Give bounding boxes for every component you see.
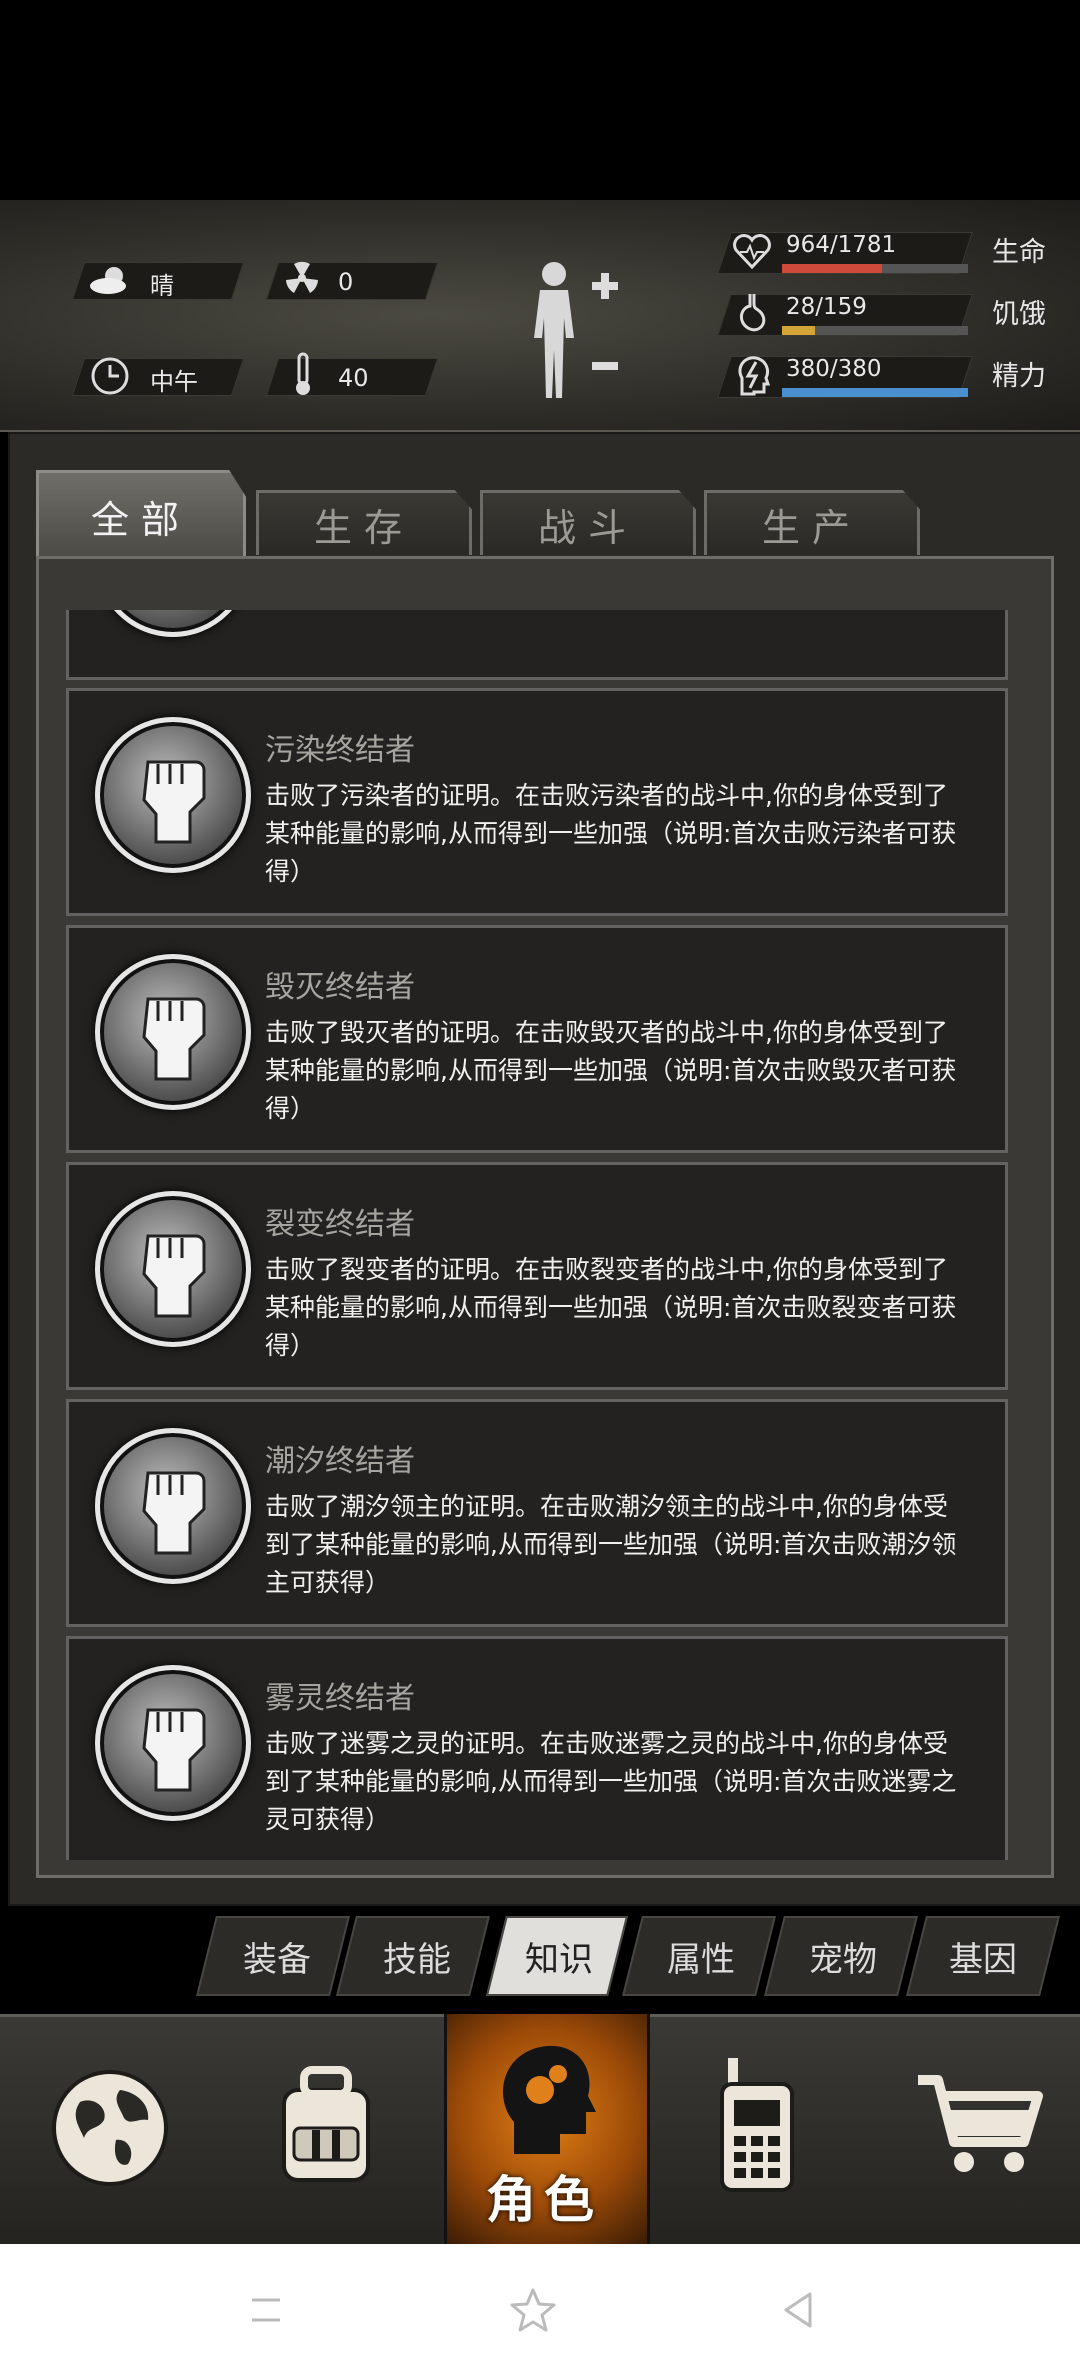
list-item[interactable]: 雾灵终结者 击败了迷雾之灵的证明。在击败迷雾之灵的战斗中,你的身体受到了某种能量…	[66, 1636, 1008, 1860]
radiation-icon	[286, 261, 318, 293]
list-item[interactable]: 污染终结者 击败了污染者的证明。在击败污染者的战斗中,你的身体受到了某种能量的影…	[66, 688, 1008, 916]
weather-value: 晴	[150, 272, 174, 300]
fist-badge-icon	[95, 1428, 251, 1584]
tab-combat[interactable]: 战斗	[480, 490, 696, 555]
card-title: 污染终结者	[265, 733, 415, 768]
tab-all[interactable]: 全部	[36, 470, 246, 559]
back-icon[interactable]	[778, 2290, 818, 2330]
heart-icon	[733, 234, 771, 270]
subtab-pets-label: 宠物	[809, 1940, 877, 1980]
stomach-icon	[740, 294, 766, 332]
energy-value: 380/380	[786, 356, 882, 382]
list-item[interactable]: 毁灭终结者 击败了毁灭者的证明。在击败毁灭者的战斗中,你的身体受到了某种能量的影…	[66, 925, 1008, 1153]
subtab-genes-label: 基因	[949, 1940, 1017, 1980]
knowledge-list[interactable]: 污染终结者 击败了污染者的证明。在击败污染者的战斗中,你的身体受到了某种能量的影…	[66, 610, 1008, 1860]
card-title: 潮汐终结者	[265, 1444, 415, 1479]
card-title: 雾灵终结者	[265, 1681, 415, 1716]
card-description: 击败了裂变者的证明。在击败裂变者的战斗中,你的身体受到了某种能量的影响,从而得到…	[265, 1255, 957, 1360]
hunger-bar-fill	[782, 326, 816, 335]
list-item[interactable]: 裂变终结者 击败了裂变者的证明。在击败裂变者的战斗中,你的身体受到了某种能量的影…	[66, 1162, 1008, 1390]
subtab-knowledge-label: 知识	[525, 1940, 593, 1980]
shopping-cart-icon[interactable]	[914, 2070, 1044, 2180]
list-item-partial[interactable]	[66, 610, 1008, 680]
fist-badge-icon	[95, 1191, 251, 1347]
body-status-icon[interactable]	[520, 258, 630, 408]
energy-head-icon	[738, 356, 771, 396]
home-star-icon[interactable]	[508, 2286, 558, 2334]
thermometer-icon	[296, 352, 310, 395]
subtab-equipment-label: 装备	[243, 1940, 311, 1980]
subtab-attributes-label: 属性	[667, 1940, 735, 1980]
tab-production[interactable]: 生产	[704, 490, 920, 555]
health-value: 964/1781	[786, 232, 897, 258]
health-bar	[782, 264, 968, 273]
tab-production-label: 生产	[761, 505, 862, 550]
subtab-skills-label: 技能	[383, 1940, 451, 1980]
energy-label: 精力	[992, 361, 1046, 392]
card-title: 毁灭终结者	[265, 970, 415, 1005]
health-label: 生命	[992, 237, 1046, 268]
tab-survival[interactable]: 生存	[256, 490, 472, 555]
hunger-value: 28/159	[786, 294, 867, 320]
energy-bar	[782, 388, 968, 397]
time-value: 中午	[150, 368, 198, 396]
card-description: 击败了污染者的证明。在击败污染者的战斗中,你的身体受到了某种能量的影响,从而得到…	[265, 781, 957, 886]
card-description: 击败了迷雾之灵的证明。在击败迷雾之灵的战斗中,你的身体受到了某种能量的影响,从而…	[265, 1729, 957, 1834]
menu-icon[interactable]	[246, 2290, 286, 2330]
globe-icon[interactable]	[50, 2068, 170, 2188]
tab-combat-label: 战斗	[537, 505, 638, 550]
role-head-icon	[503, 2045, 596, 2154]
hunger-bar	[782, 326, 968, 335]
tab-all-label: 全部	[90, 497, 191, 542]
radiation-value: 0	[338, 268, 354, 296]
clock-icon	[91, 357, 129, 395]
nav-role-label: 角色	[486, 2171, 602, 2229]
energy-bar-fill	[782, 388, 968, 397]
fist-badge-icon	[95, 717, 251, 873]
fist-badge-icon	[95, 954, 251, 1110]
cloud-sun-icon	[90, 267, 126, 294]
card-title: 裂变终结者	[265, 1207, 415, 1242]
tab-survival-label: 生存	[313, 505, 414, 550]
temperature-value: 40	[338, 364, 369, 392]
fist-badge-icon	[95, 1665, 251, 1821]
fist-badge-icon	[95, 610, 251, 637]
card-description: 击败了潮汐领主的证明。在击败潮汐领主的战斗中,你的身体受到了某种能量的影响,从而…	[265, 1492, 957, 1597]
walkie-talkie-icon[interactable]	[708, 2054, 808, 2194]
card-description: 击败了毁灭者的证明。在击败毁灭者的战斗中,你的身体受到了某种能量的影响,从而得到…	[265, 1018, 957, 1123]
backpack-icon[interactable]	[266, 2060, 386, 2190]
health-bar-fill	[782, 264, 883, 273]
list-item[interactable]: 潮汐终结者 击败了潮汐领主的证明。在击败潮汐领主的战斗中,你的身体受到了某种能量…	[66, 1399, 1008, 1627]
hunger-label: 饥饿	[992, 299, 1046, 330]
